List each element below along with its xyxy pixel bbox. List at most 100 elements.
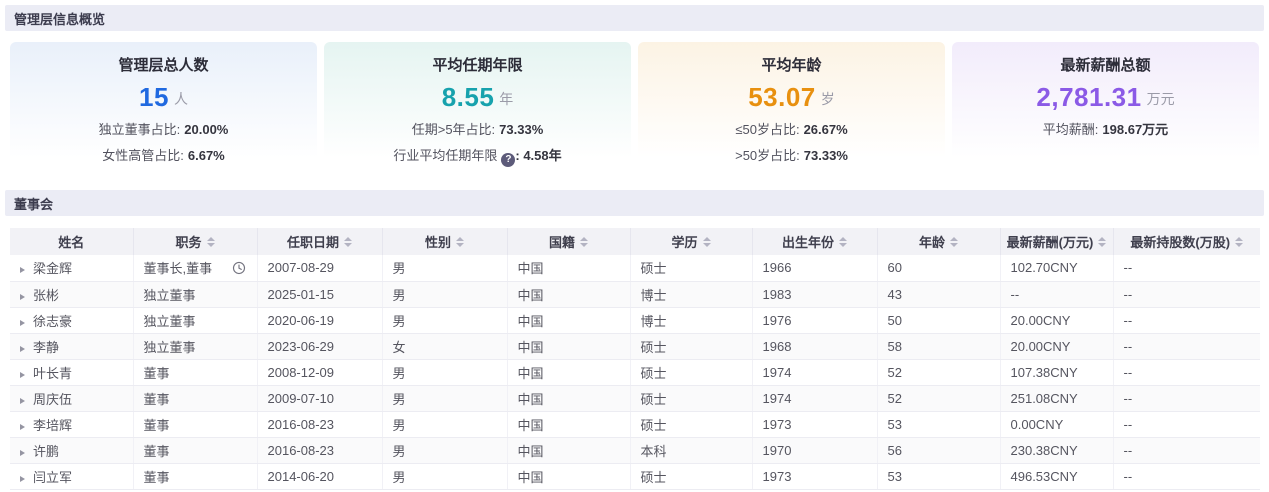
cell-salary: 0.00CNY — [1000, 411, 1113, 437]
column-header-sortable[interactable]: 学历 — [630, 228, 752, 255]
cell-salary: 496.53CNY — [1000, 463, 1113, 489]
caret-right-icon[interactable] — [20, 424, 25, 430]
board-table-wrap: 姓名 职务 任职日期 性别 国籍 学历 出生年份 年龄最新薪酬(万元)最新持股数(万股) 梁金… — [10, 228, 1259, 490]
cell-name: 闫立军 — [10, 463, 133, 489]
cell-gender: 男 — [382, 307, 507, 333]
question-mark-icon[interactable]: ? — [501, 153, 515, 167]
cell-position: 董事 — [133, 463, 257, 489]
caret-right-icon[interactable] — [20, 476, 25, 482]
cell-name: 梁金辉 — [10, 255, 133, 281]
sort-carets-icon[interactable] — [580, 237, 588, 247]
management-info-page: 管理层信息概览 管理层总人数 15 人 独立董事占比:20.00% 女性高管占比… — [0, 0, 1269, 490]
member-name: 叶长青 — [33, 366, 72, 381]
cell-shares: -- — [1113, 281, 1260, 307]
column-header-label: 学历 — [671, 232, 697, 251]
column-header-sortable[interactable]: 最新持股数(万股) — [1113, 228, 1260, 255]
sort-carets-icon[interactable] — [1098, 237, 1106, 247]
cell-birth-year: 1983 — [752, 281, 877, 307]
stat-card-value: 15 — [139, 82, 169, 113]
cell-birth-year: 1976 — [752, 307, 877, 333]
board-table-body: 梁金辉董事长,董事2007-08-29男中国硕士196660102.70CNY-… — [10, 255, 1260, 489]
cell-nationality: 中国 — [507, 411, 630, 437]
column-header-static: 姓名 — [10, 228, 133, 255]
overview-section-bar: 管理层信息概览 — [5, 5, 1264, 31]
column-header-label: 性别 — [425, 232, 451, 251]
clock-icon[interactable] — [232, 261, 246, 275]
board-table-head: 姓名 职务 任职日期 性别 国籍 学历 出生年份 年龄最新薪酬(万元)最新持股数(万股) — [10, 228, 1260, 255]
cell-shares: -- — [1113, 385, 1260, 411]
column-header-label: 出生年份 — [782, 232, 834, 251]
stat-card-title: 平均年龄 — [638, 54, 945, 75]
member-name: 梁金辉 — [33, 261, 72, 276]
stat-card-subline: 女性高管占比:6.67% — [10, 145, 317, 166]
column-header-label: 姓名 — [58, 232, 84, 251]
cell-nationality: 中国 — [507, 255, 630, 281]
cell-start-date: 2020-06-19 — [257, 307, 382, 333]
cell-education: 博士 — [630, 307, 752, 333]
table-row: 闫立军董事2014-06-20男中国硕士197353496.53CNY-- — [10, 463, 1260, 489]
cell-salary: 251.08CNY — [1000, 385, 1113, 411]
stat-card-subline: ≤50岁占比:26.67% — [638, 119, 945, 140]
column-header-sortable[interactable]: 职务 — [133, 228, 257, 255]
sort-carets-icon[interactable] — [344, 237, 352, 247]
sort-carets-icon[interactable] — [207, 237, 215, 247]
stat-card-total-members: 管理层总人数 15 人 独立董事占比:20.00% 女性高管占比:6.67% — [10, 42, 317, 168]
cell-start-date: 2016-08-23 — [257, 437, 382, 463]
cell-nationality: 中国 — [507, 437, 630, 463]
caret-right-icon[interactable] — [20, 372, 25, 378]
table-row: 李静独立董事2023-06-29女中国硕士19685820.00CNY-- — [10, 333, 1260, 359]
cell-education: 硕士 — [630, 255, 752, 281]
cell-name: 张彬 — [10, 281, 133, 307]
cell-education: 硕士 — [630, 359, 752, 385]
cell-position: 董事 — [133, 385, 257, 411]
caret-right-icon[interactable] — [20, 294, 25, 300]
column-header-sortable[interactable]: 任职日期 — [257, 228, 382, 255]
position-label: 独立董事 — [144, 288, 196, 303]
member-name: 许鹏 — [33, 444, 59, 459]
column-header-sortable[interactable]: 性别 — [382, 228, 507, 255]
column-header-label: 任职日期 — [287, 232, 339, 251]
stat-card-subline: >50岁占比:73.33% — [638, 145, 945, 166]
stat-card-value: 8.55 — [442, 82, 495, 113]
column-header-sortable[interactable]: 出生年份 — [752, 228, 877, 255]
cell-birth-year: 1970 — [752, 437, 877, 463]
cell-nationality: 中国 — [507, 385, 630, 411]
caret-right-icon[interactable] — [20, 346, 25, 352]
board-section-title: 董事会 — [14, 194, 53, 213]
sort-carets-icon[interactable] — [1235, 237, 1243, 247]
stat-card-unit: 万元 — [1147, 85, 1175, 109]
cell-shares: -- — [1113, 333, 1260, 359]
cell-salary: 102.70CNY — [1000, 255, 1113, 281]
cell-birth-year: 1974 — [752, 359, 877, 385]
cell-position: 独立董事 — [133, 333, 257, 359]
table-row: 周庆伍董事2009-07-10男中国硕士197452251.08CNY-- — [10, 385, 1260, 411]
column-header-sortable[interactable]: 国籍 — [507, 228, 630, 255]
cell-gender: 男 — [382, 385, 507, 411]
position-label: 董事 — [144, 418, 170, 433]
column-header-sortable[interactable]: 最新薪酬(万元) — [1000, 228, 1113, 255]
stat-card-avg-tenure: 平均任期年限 8.55 年 任期>5年占比:73.33% 行业平均任期年限?: … — [324, 42, 631, 168]
cell-age: 60 — [877, 255, 1000, 281]
header-row: 姓名 职务 任职日期 性别 国籍 学历 出生年份 年龄最新薪酬(万元)最新持股数(万股) — [10, 228, 1260, 255]
cell-age: 52 — [877, 359, 1000, 385]
cell-gender: 男 — [382, 437, 507, 463]
sort-carets-icon[interactable] — [456, 237, 464, 247]
stat-cards: 管理层总人数 15 人 独立董事占比:20.00% 女性高管占比:6.67% 平… — [10, 42, 1259, 168]
caret-right-icon[interactable] — [20, 320, 25, 326]
cell-birth-year: 1968 — [752, 333, 877, 359]
column-header-sortable[interactable]: 年龄 — [877, 228, 1000, 255]
cell-nationality: 中国 — [507, 463, 630, 489]
sort-carets-icon[interactable] — [703, 237, 711, 247]
sort-carets-icon[interactable] — [950, 237, 958, 247]
cell-start-date: 2014-06-20 — [257, 463, 382, 489]
cell-birth-year: 1966 — [752, 255, 877, 281]
caret-right-icon[interactable] — [20, 450, 25, 456]
cell-gender: 男 — [382, 255, 507, 281]
table-row: 李培辉董事2016-08-23男中国硕士1973530.00CNY-- — [10, 411, 1260, 437]
caret-right-icon[interactable] — [20, 398, 25, 404]
position-label: 独立董事 — [144, 340, 196, 355]
caret-right-icon[interactable] — [20, 267, 25, 273]
sort-carets-icon[interactable] — [839, 237, 847, 247]
column-header-label: 国籍 — [549, 232, 575, 251]
cell-gender: 男 — [382, 281, 507, 307]
